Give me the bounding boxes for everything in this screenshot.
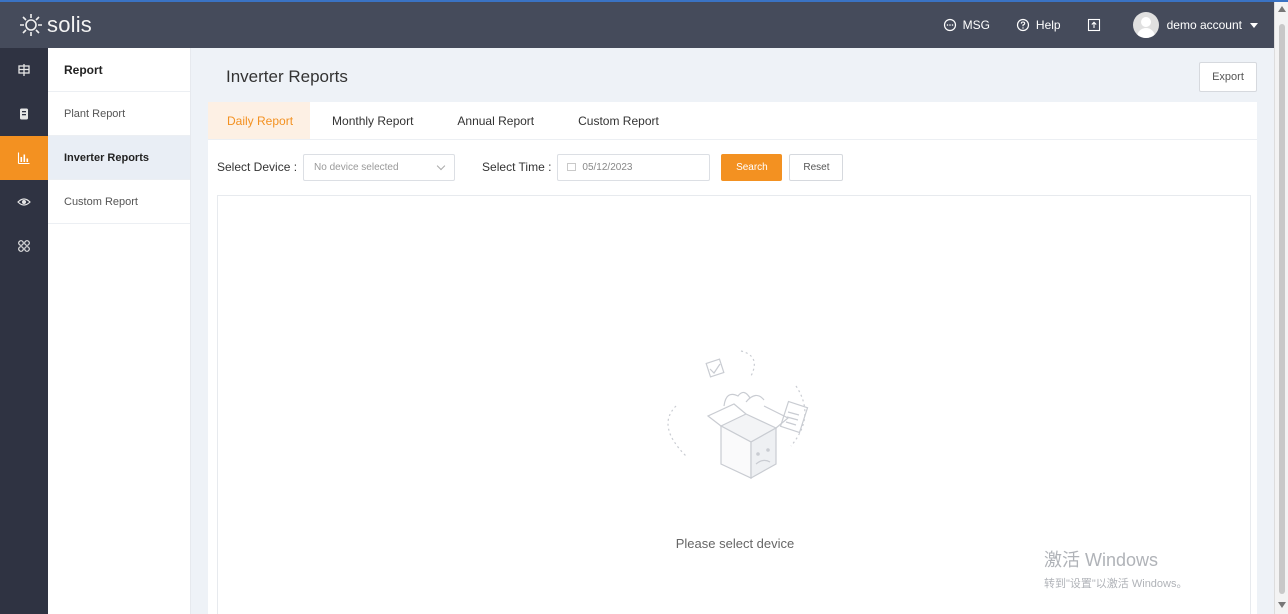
eye-icon bbox=[17, 198, 31, 206]
empty-box-icon bbox=[667, 350, 809, 480]
sidebar-item-custom-report[interactable]: Custom Report bbox=[48, 180, 190, 224]
page-scrollbar[interactable] bbox=[1274, 2, 1288, 614]
reset-button[interactable]: Reset bbox=[789, 153, 844, 181]
rail-item-device[interactable] bbox=[0, 92, 48, 136]
windows-activation-watermark: 激活 Windows 转到"设置"以激活 Windows。 bbox=[1044, 546, 1188, 591]
page-title: Inverter Reports bbox=[226, 67, 348, 86]
apps-grid-icon bbox=[18, 240, 30, 252]
top-actions: MSG Help demo account bbox=[917, 2, 1258, 48]
icon-rail bbox=[0, 48, 48, 614]
upload-button[interactable] bbox=[1087, 18, 1107, 32]
upload-icon bbox=[1087, 18, 1100, 32]
solis-logo-icon bbox=[20, 14, 42, 36]
sidebar-item-plant-report[interactable]: Plant Report bbox=[48, 92, 190, 136]
sidebar-item-inverter-reports[interactable]: Inverter Reports bbox=[48, 136, 190, 180]
scroll-thumb[interactable] bbox=[1279, 24, 1285, 594]
msg-label: MSG bbox=[962, 18, 990, 32]
report-tabs: Daily Report Monthly Report Annual Repor… bbox=[208, 102, 1257, 140]
account-name: demo account bbox=[1166, 18, 1242, 32]
tab-custom-report[interactable]: Custom Report bbox=[556, 102, 681, 139]
watermark-line-1: 激活 Windows bbox=[1044, 550, 1159, 570]
filter-bar: Select Device : No device selected Selec… bbox=[208, 140, 1257, 194]
date-value: 05/12/2023 bbox=[582, 161, 633, 173]
report-sidebar: Report Plant Report Inverter Reports Cus… bbox=[48, 48, 191, 614]
tab-monthly-report[interactable]: Monthly Report bbox=[310, 102, 435, 139]
message-icon bbox=[943, 18, 956, 32]
help-button[interactable]: Help bbox=[1016, 18, 1061, 32]
brand-name: solis bbox=[47, 12, 93, 37]
top-bar: solis MSG Help demo account bbox=[0, 0, 1288, 48]
calendar-icon bbox=[567, 163, 577, 171]
rail-item-plant[interactable] bbox=[0, 48, 48, 92]
caret-down-icon bbox=[1250, 22, 1258, 28]
rail-item-apps[interactable] bbox=[0, 224, 48, 268]
search-button[interactable]: Search bbox=[721, 153, 783, 181]
watermark-line-2: 转到"设置"以激活 Windows。 bbox=[1044, 578, 1188, 590]
sidebar-title: Report bbox=[48, 48, 190, 92]
rail-item-report[interactable] bbox=[0, 136, 48, 180]
device-icon bbox=[20, 108, 28, 120]
export-button[interactable]: Export bbox=[1199, 62, 1257, 92]
plant-icon bbox=[18, 64, 30, 76]
help-label: Help bbox=[1035, 18, 1061, 32]
tab-annual-report[interactable]: Annual Report bbox=[435, 102, 556, 139]
avatar bbox=[1132, 12, 1159, 38]
main-content: Inverter Reports Export Daily Report Mon… bbox=[191, 48, 1274, 614]
device-label: Select Device : bbox=[217, 160, 298, 174]
scroll-up-icon[interactable] bbox=[1278, 6, 1286, 12]
rail-item-monitor[interactable] bbox=[0, 180, 48, 224]
help-icon bbox=[1016, 18, 1030, 32]
tab-daily-report[interactable]: Daily Report bbox=[208, 102, 311, 139]
time-label: Select Time : bbox=[482, 160, 552, 174]
report-chart-icon bbox=[17, 152, 30, 165]
msg-button[interactable]: MSG bbox=[943, 18, 990, 32]
device-select[interactable]: No device selected bbox=[303, 153, 456, 181]
account-menu[interactable]: demo account bbox=[1132, 12, 1258, 38]
logo[interactable]: solis bbox=[18, 12, 92, 38]
tabs-spacer bbox=[681, 102, 1257, 139]
device-select-placeholder: No device selected bbox=[314, 161, 399, 173]
date-picker[interactable]: 05/12/2023 bbox=[557, 153, 711, 181]
chevron-down-icon bbox=[436, 161, 446, 170]
scroll-down-icon[interactable] bbox=[1278, 602, 1286, 608]
